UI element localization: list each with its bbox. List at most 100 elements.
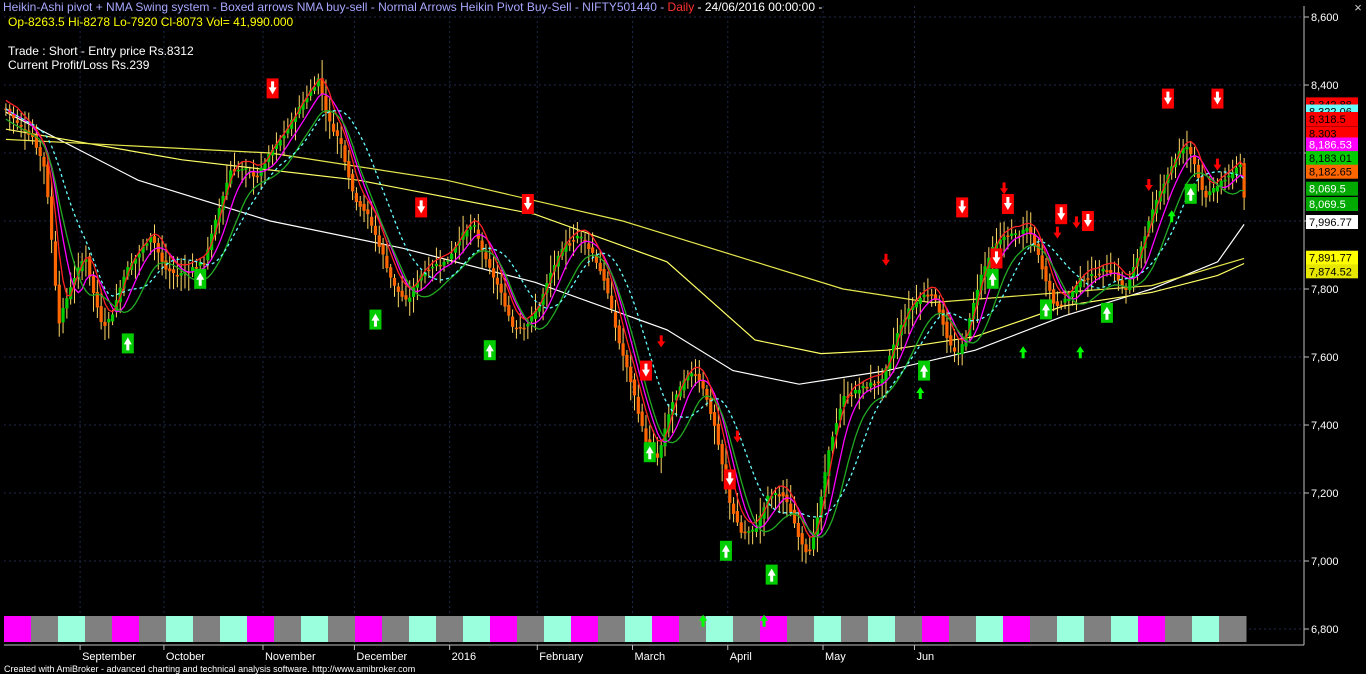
candle-body <box>1242 163 1246 198</box>
candle-body <box>697 373 701 381</box>
y-tick-label: 7,600 <box>1311 352 1339 364</box>
candle-body <box>808 549 812 552</box>
candle-body <box>57 284 61 324</box>
candle-body <box>110 314 115 322</box>
y-tick-label: 8,400 <box>1311 80 1339 92</box>
candle-body <box>636 396 640 414</box>
candle-body <box>956 352 960 355</box>
candle-body <box>1067 298 1071 301</box>
x-tick-label: March <box>635 651 666 663</box>
candle-body <box>1208 191 1212 196</box>
x-tick-label: February <box>539 651 584 663</box>
candle-body <box>598 262 602 272</box>
sell-arrow-icon <box>1213 158 1222 171</box>
candle-body <box>926 294 930 297</box>
candle-body <box>244 168 248 170</box>
ohlc-readout: Op-8263.5 Hi-8278 Lo-7920 Cl-8073 Vol= 4… <box>8 15 294 29</box>
x-tick-label: December <box>356 651 407 663</box>
candle-body <box>1215 185 1220 192</box>
candle-body <box>431 266 435 269</box>
candle-body <box>613 312 618 328</box>
candle-body <box>255 175 259 178</box>
ribbon-segment <box>382 616 410 642</box>
candle-body <box>865 386 869 389</box>
candle-body <box>705 388 709 400</box>
candle-body <box>922 294 926 298</box>
profit-loss: Current Profit/Loss Rs.239 <box>8 58 150 72</box>
buy-arrow-icon <box>1076 346 1085 359</box>
candle-body <box>491 268 496 278</box>
candle-body <box>1200 176 1204 190</box>
candle-body <box>918 298 922 304</box>
ribbon-segment <box>1030 616 1058 642</box>
candle-body <box>495 277 499 285</box>
candle-body <box>362 203 366 211</box>
candle-body <box>438 264 442 267</box>
ribbon-segment <box>517 616 545 642</box>
candle-body <box>1227 175 1231 178</box>
candle-body <box>1090 274 1094 277</box>
ribbon-segment <box>328 616 356 642</box>
candle-body <box>587 243 591 250</box>
candle-body <box>370 216 374 226</box>
candle-body <box>659 445 663 458</box>
candle-body <box>1013 233 1018 235</box>
candle-body <box>716 423 720 445</box>
ribbon-segment <box>895 616 923 642</box>
ribbon-segment <box>139 616 167 642</box>
candle-body <box>240 169 244 171</box>
y-tick-label: 8,600 <box>1311 12 1339 24</box>
candle-body <box>1002 236 1006 241</box>
candle-body <box>1234 167 1239 174</box>
candle-body <box>514 327 519 330</box>
ribbon-segment <box>220 616 248 642</box>
x-tick-label: October <box>166 651 205 663</box>
ribbon-segment <box>274 616 302 642</box>
candle-body <box>872 383 877 386</box>
candle-body <box>625 354 629 368</box>
x-tick-label: 2016 <box>452 651 476 663</box>
candle-body <box>1124 287 1128 290</box>
candle-body <box>640 411 644 427</box>
candle-body <box>945 321 949 338</box>
price-chart[interactable]: 6,8007,0007,2007,4007,6007,8008,0008,200… <box>0 0 1366 672</box>
candle-body <box>655 453 659 458</box>
candle-body <box>507 305 511 316</box>
ribbon-segment <box>1165 616 1193 642</box>
candle-body <box>53 241 58 286</box>
sell-arrow-icon <box>1144 179 1153 191</box>
candle-body <box>754 528 759 532</box>
candle-body <box>579 236 583 239</box>
candle-body <box>15 120 19 123</box>
candle-body <box>789 503 793 513</box>
candle-body <box>1109 270 1113 274</box>
close-icon[interactable]: × <box>1351 1 1365 15</box>
ribbon-segment <box>652 616 680 642</box>
candle-body <box>1063 298 1067 303</box>
candle-body <box>1189 147 1193 155</box>
candle-body <box>796 522 800 538</box>
cyan-track <box>5 108 1245 518</box>
candle-body <box>1086 278 1090 280</box>
candle-body <box>373 225 378 235</box>
candle-body <box>339 138 343 144</box>
price-labels: 8,342.888,322.068,318.58,3038,186.538,18… <box>1306 97 1358 279</box>
candle-body <box>1055 301 1060 306</box>
candle-body <box>792 509 797 524</box>
candle-body <box>949 335 953 346</box>
candle-body <box>522 327 526 330</box>
candle-body <box>930 294 934 296</box>
buy-arrow-icon <box>916 387 925 399</box>
trade-status: Trade : Short - Entry price Rs.8312 <box>8 44 194 58</box>
ribbon-segment <box>976 616 1004 642</box>
candle-body <box>190 267 195 272</box>
price-label-text: 8,182.65 <box>1309 167 1352 179</box>
price-label-text: 7,891.77 <box>1309 253 1352 265</box>
ribbon-segment <box>1003 616 1031 642</box>
ribbon-segment <box>706 616 734 642</box>
x-tick-label: May <box>825 651 846 663</box>
chart-title: Heikin-Ashi pivot + NMA Swing system - B… <box>3 0 822 14</box>
candle-body <box>38 147 42 156</box>
candle-body <box>1204 190 1208 198</box>
candle-body <box>160 252 164 262</box>
